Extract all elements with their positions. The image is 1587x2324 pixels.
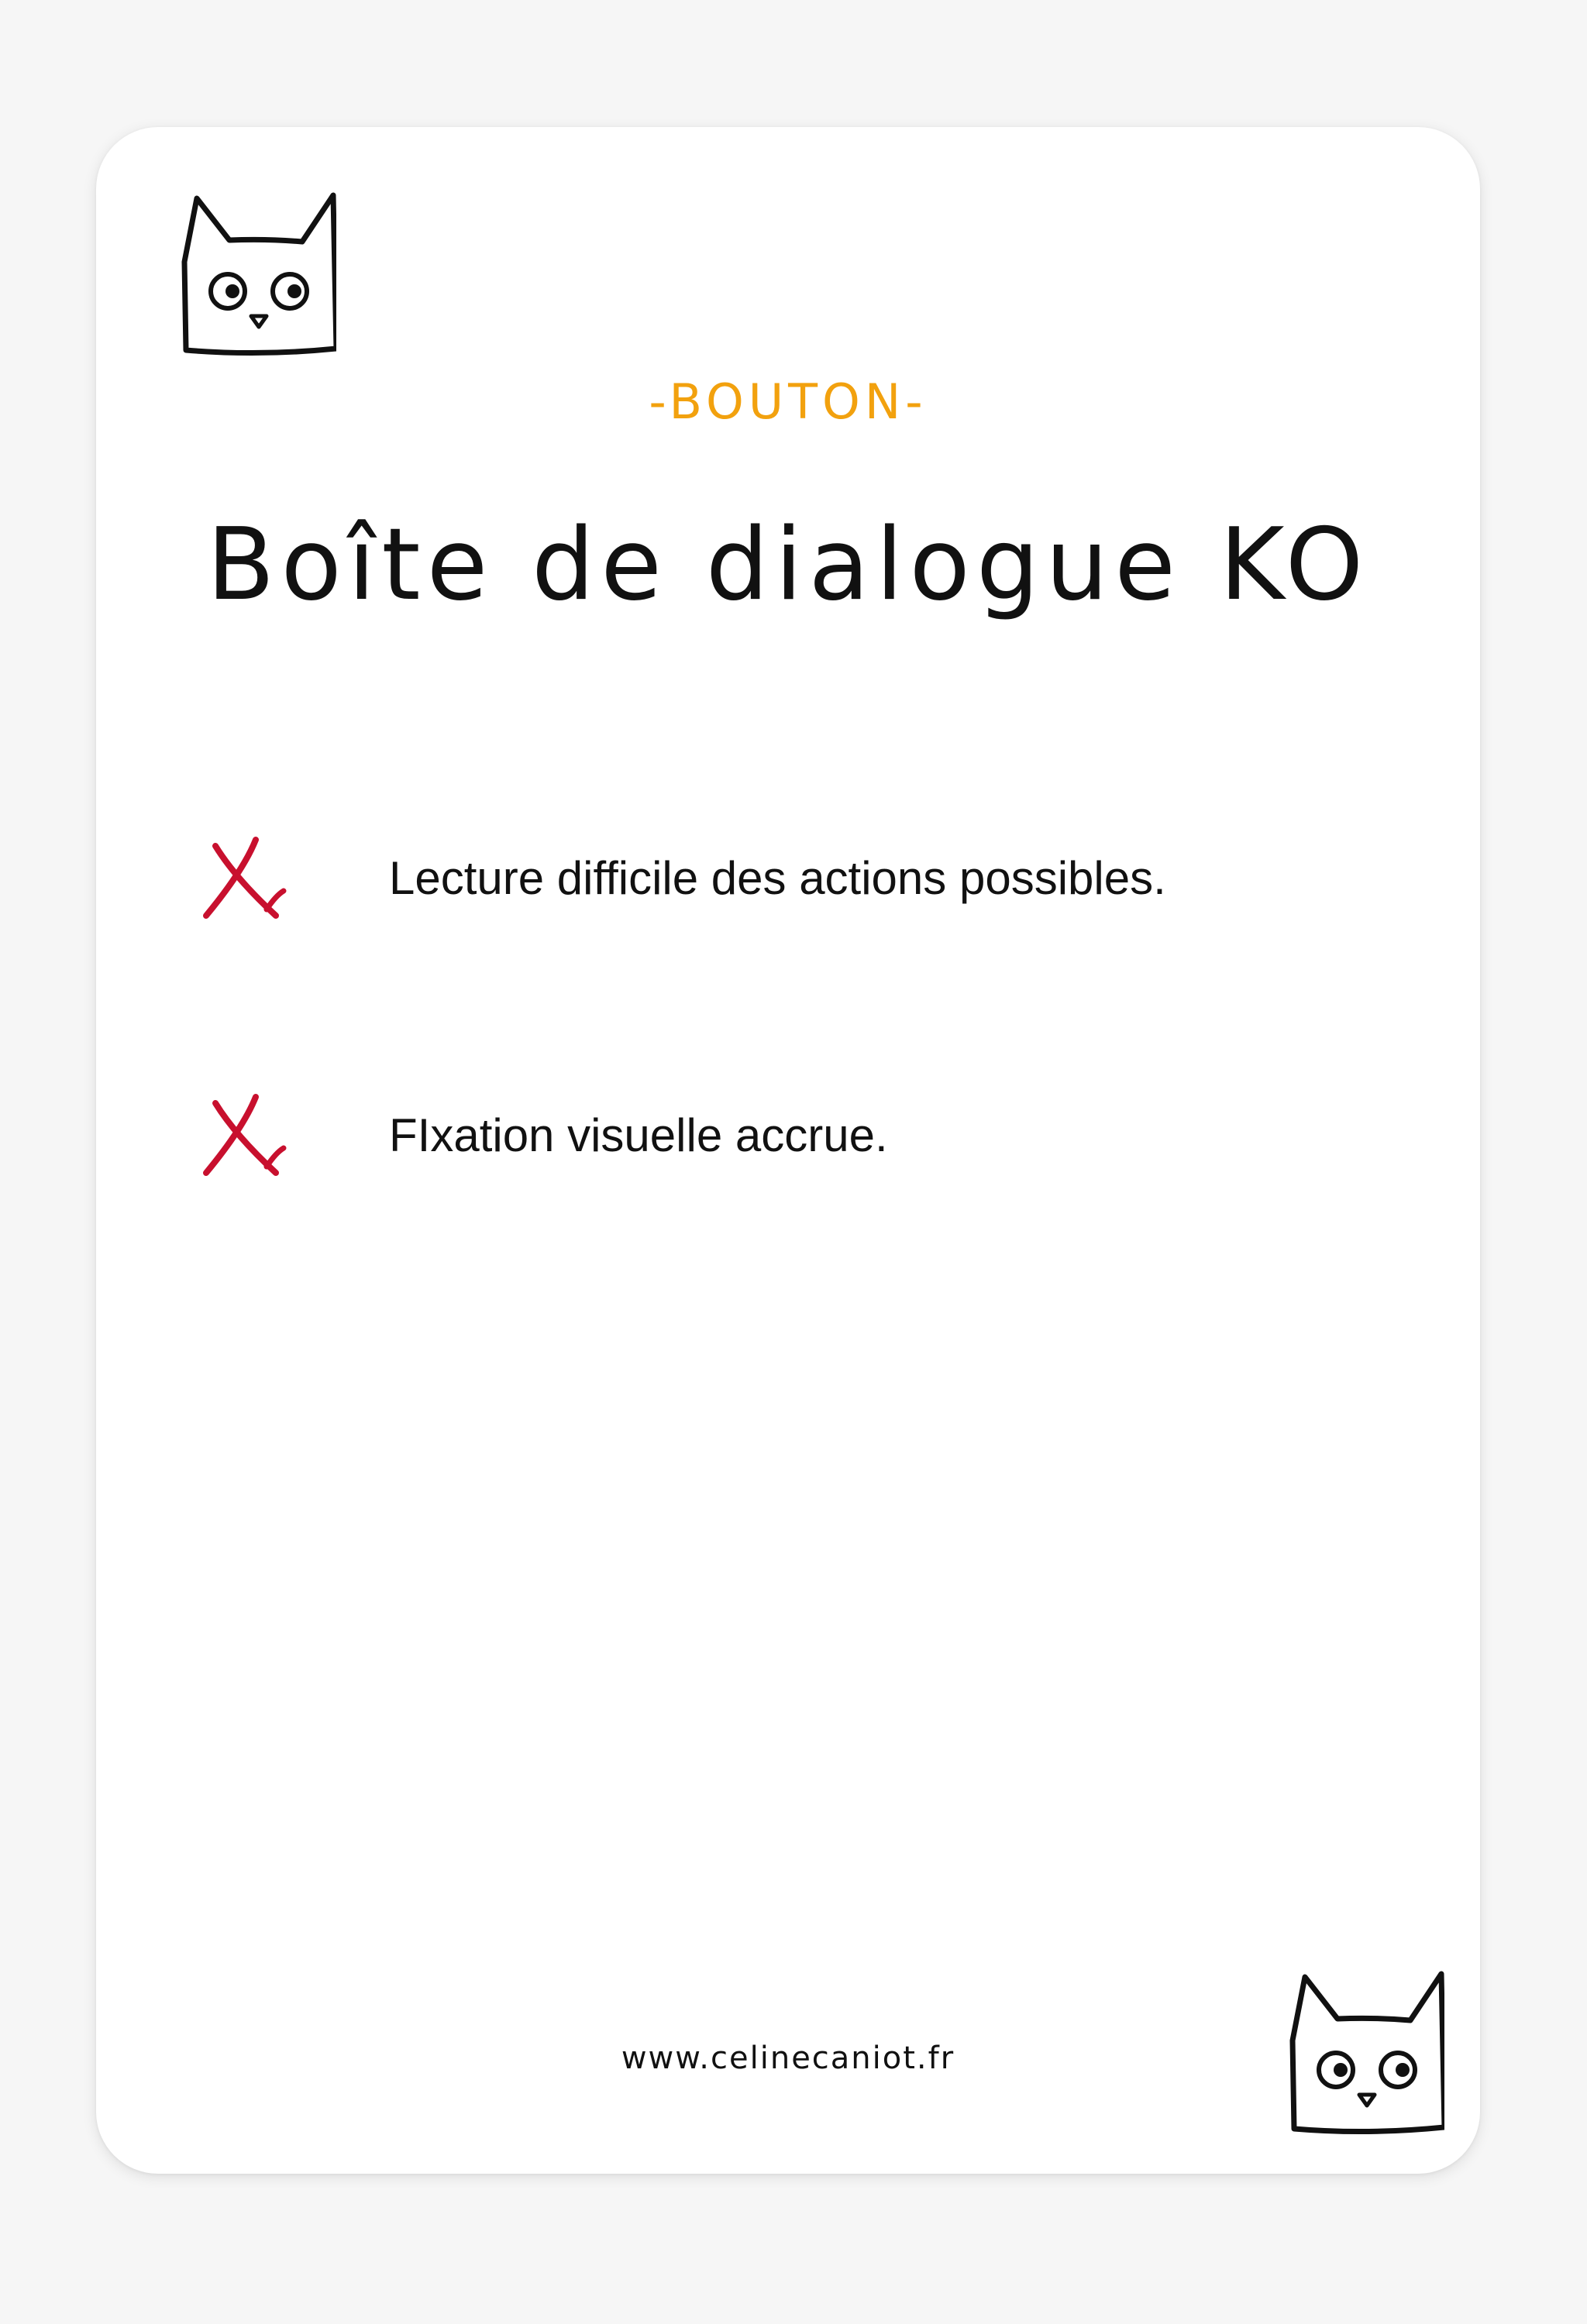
red-cross-icon: [203, 1094, 287, 1176]
owl-mascot-icon: [181, 192, 336, 356]
page-title: Boîte de dialogue KO: [206, 507, 1370, 623]
list-item: FIxation visuelle accrue.: [96, 1081, 1480, 1190]
red-cross-icon: [203, 837, 287, 919]
item-text: FIxation visuelle accrue.: [389, 1109, 888, 1161]
owl-mascot-icon: [1289, 1971, 1444, 2135]
category-label: -BOUTON-: [649, 373, 928, 430]
content-card: -BOUTON- Boîte de dialogue KO Lecture di…: [96, 127, 1480, 2174]
list-item: Lecture difficile des actions possibles.: [96, 824, 1480, 933]
item-text: Lecture difficile des actions possibles.: [389, 852, 1166, 904]
